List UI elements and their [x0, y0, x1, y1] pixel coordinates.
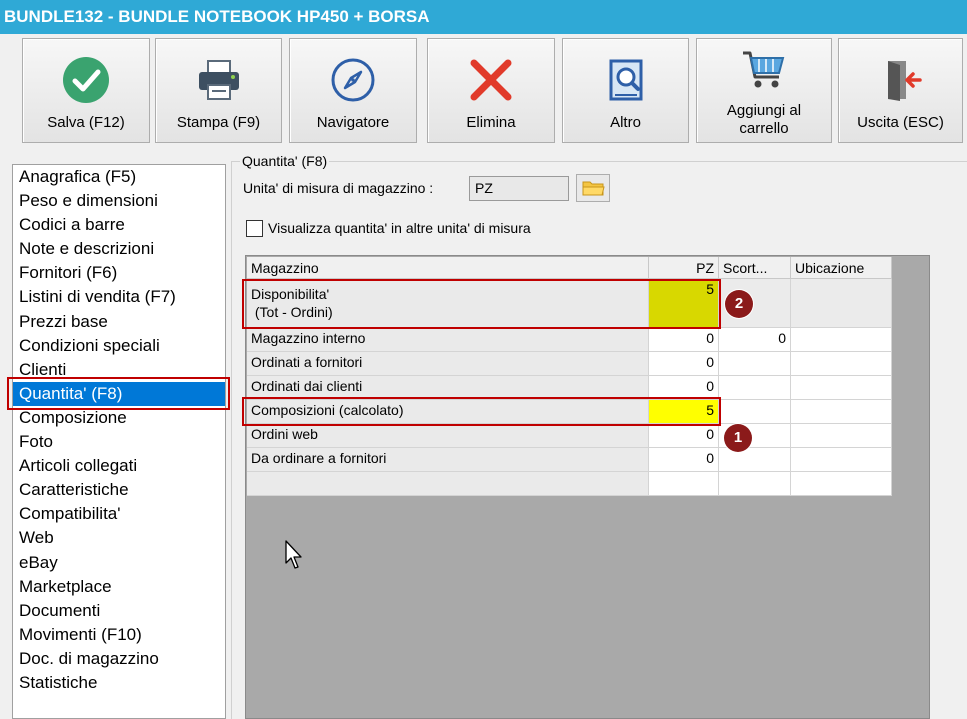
ubicazione-cell[interactable] [791, 328, 892, 352]
sidebar-item-fornitori[interactable]: Fornitori (F6) [13, 261, 225, 285]
row-label: Ordinati a fornitori [247, 352, 649, 376]
printer-icon [156, 55, 281, 105]
mouse-pointer-icon [285, 540, 305, 574]
column-header-magazzino[interactable]: Magazzino [247, 257, 649, 279]
delete-button[interactable]: Elimina [427, 38, 555, 143]
pz-cell[interactable]: 0 [649, 424, 719, 448]
table-row[interactable] [247, 472, 892, 496]
pz-cell[interactable]: 0 [649, 328, 719, 352]
column-header-scorta[interactable]: Scort... [719, 257, 791, 279]
table-row[interactable]: Ordinati a fornitori 0 [247, 352, 892, 376]
sidebar-item-statistiche[interactable]: Statistiche [13, 671, 225, 695]
sidebar-item-compatibilita[interactable]: Compatibilita' [13, 502, 225, 526]
folder-icon [582, 181, 605, 196]
table-row[interactable]: Da ordinare a fornitori 0 [247, 448, 892, 472]
row-label [247, 472, 649, 496]
ubicazione-cell[interactable] [791, 400, 892, 424]
sidebar-item-articoli-collegati[interactable]: Articoli collegati [13, 454, 225, 478]
sidebar-item-note-descrizioni[interactable]: Note e descrizioni [13, 237, 225, 261]
sidebar-item-foto[interactable]: Foto [13, 430, 225, 454]
scorta-cell[interactable] [719, 472, 791, 496]
sidebar-item-anagrafica[interactable]: Anagrafica (F5) [13, 165, 225, 189]
sidebar-item-peso-dimensioni[interactable]: Peso e dimensioni [13, 189, 225, 213]
scorta-cell[interactable] [719, 448, 791, 472]
more-button[interactable]: Altro [562, 38, 689, 143]
save-button[interactable]: Salva (F12) [22, 38, 150, 143]
sidebar-item-condizioni-speciali[interactable]: Condizioni speciali [13, 334, 225, 358]
unit-of-measure-field[interactable]: PZ [469, 176, 569, 201]
navigator-button[interactable]: Navigatore [289, 38, 417, 143]
sidebar-item-web[interactable]: Web [13, 526, 225, 550]
sidebar-item-ebay[interactable]: eBay [13, 551, 225, 575]
exit-button[interactable]: Uscita (ESC) [838, 38, 963, 143]
alt-units-checkbox[interactable] [246, 220, 263, 237]
ubicazione-cell[interactable] [791, 376, 892, 400]
row-label: Ordini web [247, 424, 649, 448]
unit-of-measure-label: Unita' di misura di magazzino : [243, 180, 434, 196]
sidebar-item-codici-barre[interactable]: Codici a barre [13, 213, 225, 237]
check-icon [23, 55, 149, 105]
callout-box-disponibilita [242, 279, 721, 329]
window-title: BUNDLE132 - BUNDLE NOTEBOOK HP450 + BORS… [0, 0, 967, 34]
scorta-cell[interactable] [719, 352, 791, 376]
ubicazione-cell[interactable] [791, 279, 892, 328]
ubicazione-cell[interactable] [791, 472, 892, 496]
sidebar-nav: Anagrafica (F5) Peso e dimensioni Codici… [12, 164, 226, 719]
toolbar: Salva (F12) Stampa (F9) Navigatore Elimi… [0, 34, 967, 150]
sidebar-item-prezzi-base[interactable]: Prezzi base [13, 310, 225, 334]
sidebar-item-marketplace[interactable]: Marketplace [13, 575, 225, 599]
save-button-label: Salva (F12) [47, 114, 125, 131]
ubicazione-cell[interactable] [791, 424, 892, 448]
column-header-ubicazione[interactable]: Ubicazione [791, 257, 892, 279]
pz-cell[interactable]: 0 [649, 352, 719, 376]
pz-cell[interactable] [649, 472, 719, 496]
exit-door-icon [839, 55, 962, 105]
selection-highlight-box [7, 377, 230, 410]
sidebar-item-documenti[interactable]: Documenti [13, 599, 225, 623]
add-to-cart-button[interactable]: Aggiungi al carrello [696, 38, 832, 143]
delete-button-label: Elimina [466, 114, 516, 131]
table-row[interactable]: Magazzino interno 0 0 [247, 328, 892, 352]
ubicazione-cell[interactable] [791, 352, 892, 376]
row-label: Da ordinare a fornitori [247, 448, 649, 472]
row-label: Magazzino interno [247, 328, 649, 352]
callout-badge-2: 2 [725, 290, 753, 318]
navigator-button-label: Navigatore [316, 114, 390, 131]
search-book-icon [563, 55, 688, 105]
scorta-cell[interactable] [719, 376, 791, 400]
compass-icon [290, 55, 416, 105]
callout-badge-1: 1 [724, 424, 752, 452]
sidebar-item-movimenti[interactable]: Movimenti (F10) [13, 623, 225, 647]
callout-box-composizioni [242, 397, 721, 426]
ubicazione-cell[interactable] [791, 448, 892, 472]
delete-x-icon [428, 55, 554, 105]
table-row[interactable]: Ordini web 0 [247, 424, 892, 448]
print-button-label: Stampa (F9) [176, 114, 261, 131]
sidebar-item-caratteristiche[interactable]: Caratteristiche [13, 478, 225, 502]
scorta-cell[interactable] [719, 400, 791, 424]
pz-cell[interactable]: 0 [649, 448, 719, 472]
print-button[interactable]: Stampa (F9) [155, 38, 282, 143]
cart-icon [697, 45, 831, 95]
browse-unit-button[interactable] [576, 174, 610, 202]
group-title: Quantita' (F8) [240, 153, 330, 169]
add-to-cart-button-label: Aggiungi al carrello [726, 102, 802, 137]
column-header-pz[interactable]: PZ [649, 257, 719, 279]
more-button-label: Altro [610, 114, 641, 131]
scorta-cell[interactable]: 0 [719, 328, 791, 352]
sidebar-item-listini-vendita[interactable]: Listini di vendita (F7) [13, 285, 225, 309]
exit-button-label: Uscita (ESC) [857, 114, 944, 131]
sidebar-item-doc-magazzino[interactable]: Doc. di magazzino [13, 647, 225, 671]
alt-units-checkbox-label: Visualizza quantita' in altre unita' di … [268, 220, 531, 236]
